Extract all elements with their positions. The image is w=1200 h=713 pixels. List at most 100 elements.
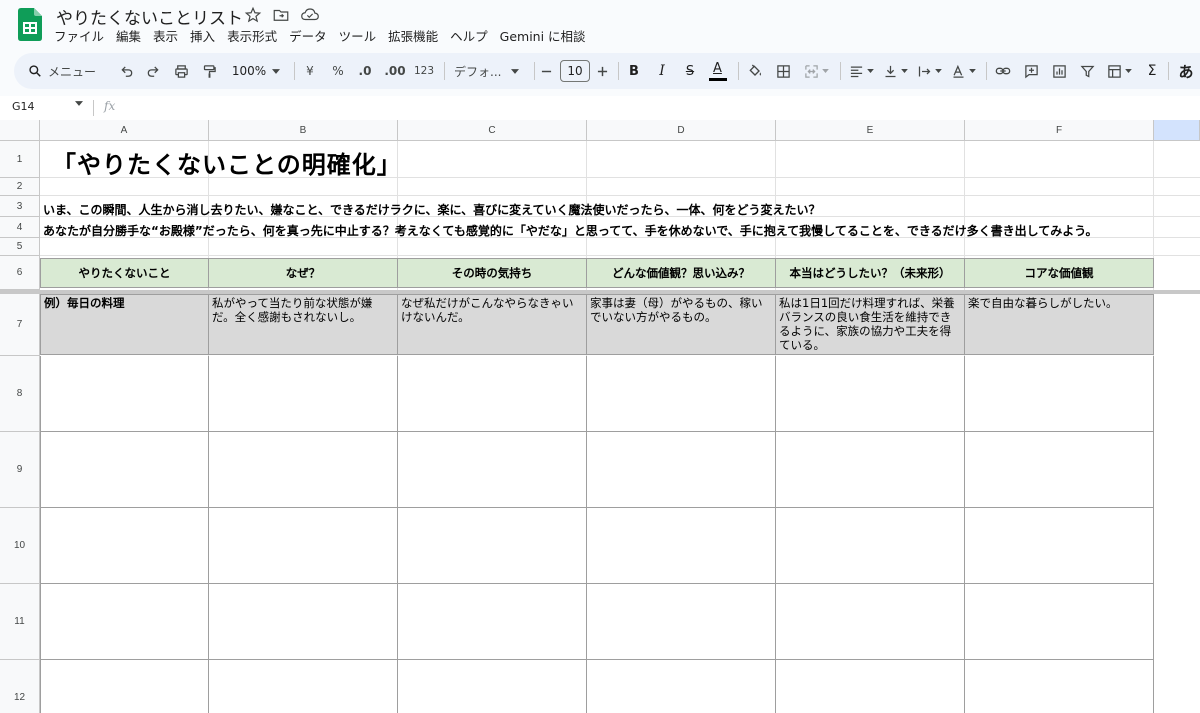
cell-b12[interactable] (208, 660, 398, 713)
currency-format-button[interactable]: ¥ (300, 53, 320, 89)
cell-c11[interactable] (397, 584, 587, 660)
cell-d10[interactable] (586, 508, 776, 584)
star-icon[interactable] (244, 6, 262, 24)
borders-button[interactable] (772, 53, 794, 89)
zoom-select[interactable]: 100% (226, 53, 286, 89)
insert-comment-button[interactable] (1020, 53, 1042, 89)
menu-search[interactable]: メニュー (28, 53, 120, 89)
header-cell-a6[interactable]: やりたくないこと (40, 258, 209, 288)
cloud-status-icon[interactable] (300, 6, 319, 24)
column-header-a[interactable]: A (40, 120, 209, 141)
sheets-logo-icon[interactable] (18, 8, 42, 41)
cell-d12[interactable] (586, 660, 776, 713)
cell-a8[interactable] (40, 356, 209, 432)
row-header-11[interactable]: 11 (0, 584, 40, 660)
cell-c10[interactable] (397, 508, 587, 584)
filter-button[interactable] (1076, 53, 1098, 89)
header-cell-d6[interactable]: どんな価値観？思い込み？ (586, 258, 776, 288)
bold-button[interactable]: B (624, 53, 644, 89)
header-cell-e6[interactable]: 本当はどうしたい？（未来形） (775, 258, 965, 288)
example-cell-c7[interactable]: なぜ私だけがこんなやらなきゃいけないんだ。 (397, 294, 587, 355)
row-header-3[interactable]: 3 (0, 196, 40, 217)
cell-e11[interactable] (775, 584, 965, 660)
example-cell-e7[interactable]: 私は1日1回だけ料理すれば、栄養バランスの良い食生活を維持できるように、家族の協… (775, 294, 965, 355)
column-header-c[interactable]: C (398, 120, 587, 141)
cell-c9[interactable] (397, 432, 587, 508)
cell-f12[interactable] (964, 660, 1154, 713)
cell-a10[interactable] (40, 508, 209, 584)
example-cell-d7[interactable]: 家事は妻（母）がやるもの、稼いでいない方がやるもの。 (586, 294, 776, 355)
cell-f10[interactable] (964, 508, 1154, 584)
cell-e12[interactable] (775, 660, 965, 713)
spreadsheet-grid[interactable]: A B C D E F G 1 2 3 4 5 6 7 8 9 10 11 12… (0, 120, 1200, 713)
move-to-folder-icon[interactable] (272, 6, 290, 24)
name-box[interactable]: G14 (12, 100, 35, 113)
menu-format[interactable]: 表示形式 (221, 28, 283, 46)
redo-button[interactable] (142, 53, 164, 89)
chevron-down-icon[interactable] (75, 101, 83, 106)
insert-link-button[interactable] (992, 53, 1014, 89)
header-cell-c6[interactable]: その時の気持ち (397, 258, 587, 288)
column-header-d[interactable]: D (587, 120, 776, 141)
cell-a11[interactable] (40, 584, 209, 660)
example-cell-b7[interactable]: 私がやって当たり前な状態が嫌だ。全く感謝もされないし。 (208, 294, 398, 355)
row-header-10[interactable]: 10 (0, 508, 40, 584)
cell-e9[interactable] (775, 432, 965, 508)
example-cell-f7[interactable]: 楽で自由な暮らしがしたい。 (964, 294, 1154, 355)
print-button[interactable] (170, 53, 192, 89)
decrease-font-size-button[interactable] (538, 53, 554, 89)
prompt-line-4[interactable]: あなたが自分勝手な“お殿様”だったら、何を真っ先に中止する？考えなくても感覚的に… (43, 222, 1098, 239)
row-header-9[interactable]: 9 (0, 432, 40, 508)
insert-chart-button[interactable] (1048, 53, 1070, 89)
menu-edit[interactable]: 編集 (110, 28, 147, 46)
italic-button[interactable]: I (652, 53, 672, 89)
merge-cells-button[interactable] (800, 53, 832, 89)
menu-data[interactable]: データ (283, 28, 333, 46)
cell-b10[interactable] (208, 508, 398, 584)
example-cell-a7[interactable]: 例）毎日の料理 (40, 294, 209, 355)
menu-view[interactable]: 表示 (147, 28, 184, 46)
fill-color-button[interactable] (744, 53, 766, 89)
horizontal-align-button[interactable] (846, 53, 876, 89)
cell-b9[interactable] (208, 432, 398, 508)
text-wrap-button[interactable] (914, 53, 944, 89)
cell-b8[interactable] (208, 356, 398, 432)
column-header-e[interactable]: E (776, 120, 965, 141)
cell-e10[interactable] (775, 508, 965, 584)
row-header-12[interactable]: 12 (0, 660, 40, 713)
cell-b11[interactable] (208, 584, 398, 660)
number-format-button[interactable]: 123 (412, 53, 436, 89)
cell-f11[interactable] (964, 584, 1154, 660)
cell-c12[interactable] (397, 660, 587, 713)
menu-file[interactable]: ファイル (48, 28, 110, 46)
header-cell-b6[interactable]: なぜ？ (208, 258, 398, 288)
vertical-align-button[interactable] (880, 53, 910, 89)
cell-c8[interactable] (397, 356, 587, 432)
select-all-corner[interactable] (0, 120, 40, 141)
font-size-input[interactable]: 10 (559, 53, 591, 89)
functions-button[interactable]: Σ (1142, 53, 1162, 89)
column-header-f[interactable]: F (965, 120, 1154, 141)
cell-f9[interactable] (964, 432, 1154, 508)
row-header-1[interactable]: 1 (0, 141, 40, 178)
row-header-8[interactable]: 8 (0, 356, 40, 432)
menu-gemini[interactable]: Gemini に相談 (494, 28, 592, 46)
paint-format-button[interactable] (198, 53, 220, 89)
row-header-7[interactable]: 7 (0, 294, 40, 356)
decrease-decimal-button[interactable]: .0 (354, 53, 376, 89)
undo-button[interactable] (116, 53, 138, 89)
cell-d11[interactable] (586, 584, 776, 660)
document-title[interactable]: やりたくないことリスト (56, 4, 243, 29)
row-header-2[interactable]: 2 (0, 178, 40, 196)
menu-extensions[interactable]: 拡張機能 (382, 28, 444, 46)
column-header-g[interactable]: G (1154, 120, 1200, 141)
cell-f8[interactable] (964, 356, 1154, 432)
cell-d8[interactable] (586, 356, 776, 432)
text-color-button[interactable]: A (706, 53, 730, 89)
row-header-4[interactable]: 4 (0, 217, 40, 238)
cell-d9[interactable] (586, 432, 776, 508)
strikethrough-button[interactable]: S (680, 53, 700, 89)
percent-format-button[interactable]: % (328, 53, 348, 89)
increase-decimal-button[interactable]: .00 (382, 53, 408, 89)
column-header-b[interactable]: B (209, 120, 398, 141)
